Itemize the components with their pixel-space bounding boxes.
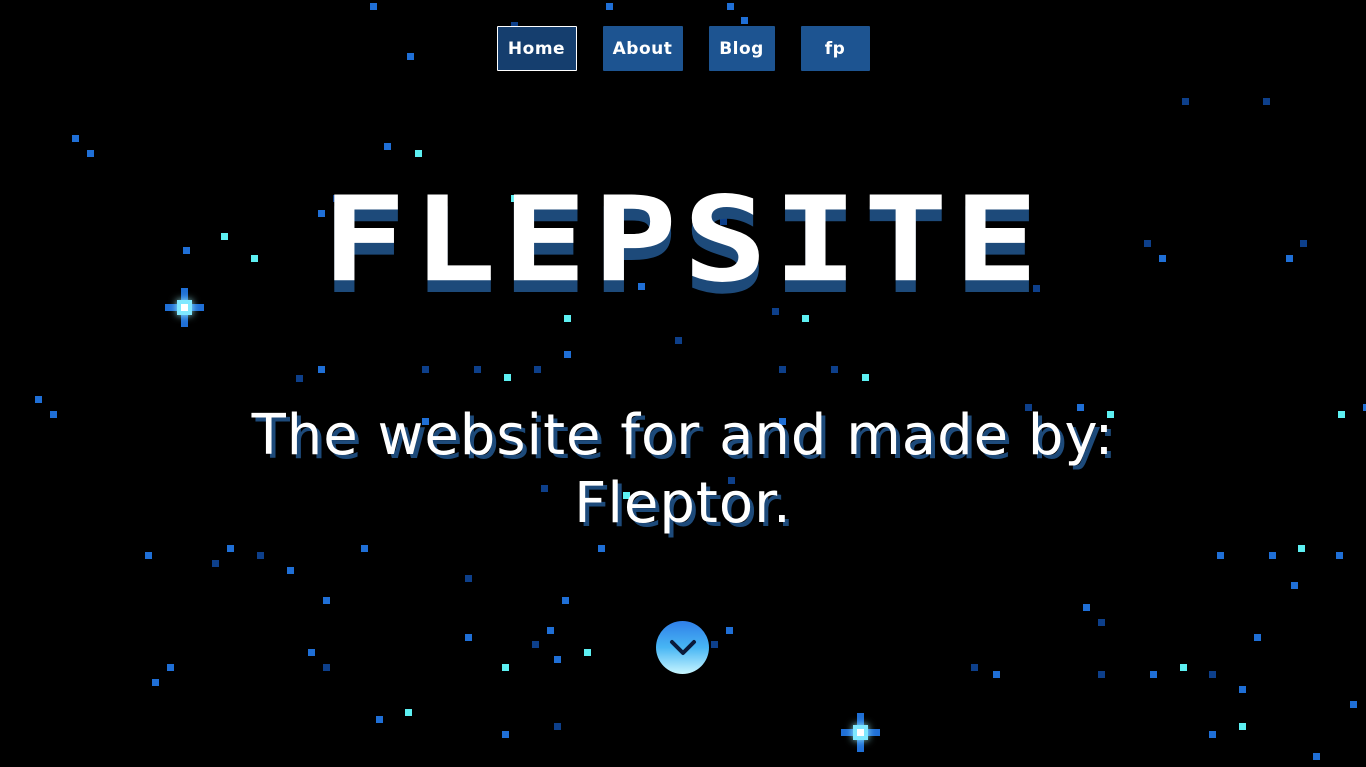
- star-pixel: [72, 135, 79, 142]
- star-pixel: [831, 366, 838, 373]
- subtitle-line-1: The website for and made by:: [251, 403, 1115, 468]
- star-pixel: [1350, 701, 1357, 708]
- star-pixel: [323, 664, 330, 671]
- star-pixel: [1338, 411, 1345, 418]
- nav-home-button[interactable]: Home: [496, 26, 577, 71]
- star-pixel: [296, 375, 303, 382]
- star-pixel: [376, 716, 383, 723]
- star-pixel: [287, 567, 294, 574]
- star-pixel: [1263, 98, 1270, 105]
- star-pixel: [1291, 582, 1298, 589]
- star-pixel: [227, 545, 234, 552]
- chevron-down-icon: [669, 639, 697, 657]
- star-pixel: [465, 575, 472, 582]
- star-pixel: [562, 597, 569, 604]
- star-pixel: [1269, 552, 1276, 559]
- star-pixel: [1239, 723, 1246, 730]
- star-pixel: [87, 150, 94, 157]
- star-pixel: [167, 664, 174, 671]
- star-pixel: [971, 664, 978, 671]
- subtitle-line-2: Fleptor.: [574, 471, 792, 536]
- star-pixel: [35, 396, 42, 403]
- star-pixel: [1180, 664, 1187, 671]
- star-pixel: [547, 627, 554, 634]
- star-pixel: [405, 709, 412, 716]
- star-pixel: [1209, 671, 1216, 678]
- star-pixel: [1209, 731, 1216, 738]
- star-pixel: [584, 649, 591, 656]
- star-pixel: [308, 649, 315, 656]
- star-pixel: [145, 552, 152, 559]
- star-pixel: [474, 366, 481, 373]
- star-pixel: [802, 315, 809, 322]
- star-pixel: [1298, 545, 1305, 552]
- star-pixel: [422, 366, 429, 373]
- star-pixel: [361, 545, 368, 552]
- star-pixel: [1098, 619, 1105, 626]
- star-pixel: [564, 315, 571, 322]
- star-pixel: [318, 366, 325, 373]
- star-pixel: [323, 597, 330, 604]
- star-pixel: [779, 366, 786, 373]
- star-pixel: [1182, 98, 1189, 105]
- star-pixel: [1239, 686, 1246, 693]
- star-pixel: [598, 545, 605, 552]
- top-navigation: Home About Blog fp: [0, 26, 1366, 71]
- star-pixel: [711, 641, 718, 648]
- site-title: FLEPSITE: [321, 171, 1045, 309]
- star-pixel: [1150, 671, 1157, 678]
- star-pixel: [502, 731, 509, 738]
- star-pixel: [257, 552, 264, 559]
- star-pixel: [370, 3, 377, 10]
- star-pixel: [1098, 671, 1105, 678]
- star-pixel: [504, 374, 511, 381]
- page: Home About Blog fp FLEPSITE The website …: [0, 0, 1366, 767]
- star-pixel: [534, 366, 541, 373]
- star-pixel: [502, 664, 509, 671]
- sparkle-star: [841, 713, 880, 752]
- scroll-down-button[interactable]: [656, 621, 709, 674]
- star-pixel: [1336, 552, 1343, 559]
- star-pixel: [1083, 604, 1090, 611]
- nav-about-button[interactable]: About: [602, 26, 683, 71]
- star-pixel: [465, 634, 472, 641]
- star-pixel: [606, 3, 613, 10]
- star-pixel: [1254, 634, 1261, 641]
- star-pixel: [554, 723, 561, 730]
- star-pixel: [384, 143, 391, 150]
- star-pixel: [772, 308, 779, 315]
- star-pixel: [862, 374, 869, 381]
- star-pixel: [675, 337, 682, 344]
- star-pixel: [415, 150, 422, 157]
- star-pixel: [1313, 753, 1320, 760]
- star-pixel: [212, 560, 219, 567]
- star-pixel: [554, 656, 561, 663]
- star-pixel: [564, 351, 571, 358]
- star-pixel: [993, 671, 1000, 678]
- site-subtitle: The website for and made by: Fleptor.: [183, 402, 1183, 538]
- star-pixel: [50, 411, 57, 418]
- nav-blog-button[interactable]: Blog: [708, 26, 775, 71]
- star-pixel: [1217, 552, 1224, 559]
- star-pixel: [741, 17, 748, 24]
- star-pixel: [726, 627, 733, 634]
- star-pixel: [152, 679, 159, 686]
- star-pixel: [727, 3, 734, 10]
- star-pixel: [532, 641, 539, 648]
- nav-fp-button[interactable]: fp: [800, 26, 870, 71]
